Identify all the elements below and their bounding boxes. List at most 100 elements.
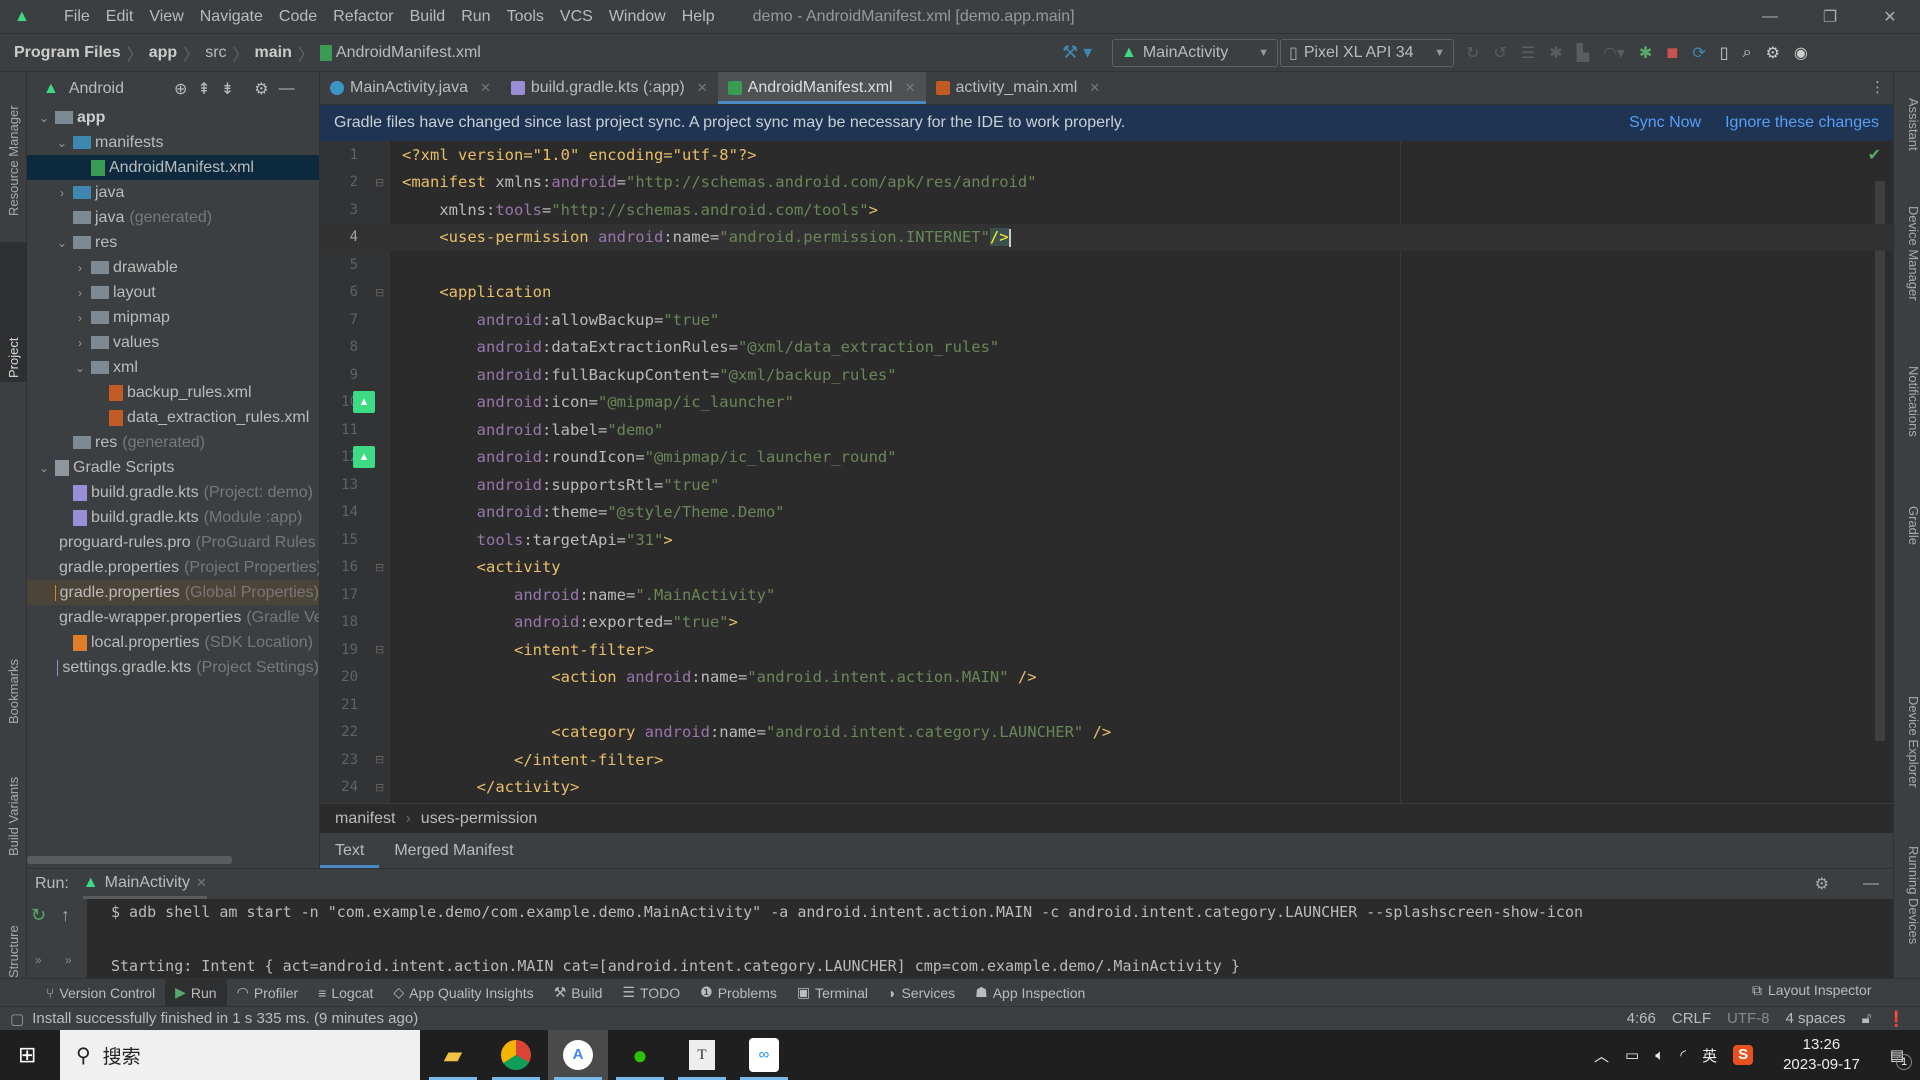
line-separator[interactable]: CRLF — [1672, 1010, 1711, 1028]
chevron-down-icon[interactable]: ⌄ — [71, 361, 89, 375]
chevron-right-icon[interactable]: › — [71, 261, 89, 275]
sogou-ime-icon[interactable]: S — [1733, 1045, 1754, 1065]
menu-vcs[interactable]: VCS — [552, 8, 601, 26]
tree-item[interactable]: › java — [27, 180, 319, 205]
code-line[interactable]: 8 android:dataExtractionRules="@xml/data… — [320, 334, 1893, 362]
chevron-right-icon[interactable]: › — [71, 286, 89, 300]
tree-item[interactable]: gradle.properties (Global Properties) — [27, 580, 319, 605]
run-configuration-dropdown[interactable]: ▲ MainActivity ▼ — [1112, 39, 1278, 67]
code-line[interactable]: 23 ⊟ </intent-filter> — [320, 746, 1893, 774]
editor-tab[interactable]: build.gradle.kts (:app) ✕ — [501, 72, 718, 104]
tab-resource-manager[interactable]: Resource Manager — [0, 80, 27, 220]
status-toggle-icon[interactable]: ▢ — [10, 1010, 24, 1028]
hide-panel-icon[interactable]: — — [279, 80, 295, 98]
ignore-changes-link[interactable]: Ignore these changes — [1725, 114, 1879, 132]
toolwindow-build[interactable]: ⚒ Build — [544, 979, 613, 1007]
code-line[interactable]: 2 ⊟ <manifest xmlns:android="http://schema… — [320, 169, 1893, 197]
tab-project[interactable]: Project — [0, 242, 27, 382]
wifi-icon[interactable]: ◜ — [1680, 1046, 1686, 1064]
sync-now-link[interactable]: Sync Now — [1629, 114, 1701, 132]
tree-item[interactable]: › drawable — [27, 255, 319, 280]
rerun-icon[interactable]: ↻ — [31, 905, 46, 926]
menu-file[interactable]: File — [56, 8, 98, 26]
expand-all-icon[interactable]: ⇞ — [197, 79, 210, 99]
fold-marker-icon[interactable]: ⊟ — [375, 176, 384, 189]
tab-merged-manifest[interactable]: Merged Manifest — [379, 833, 528, 868]
taskbar-baidu-netdisk[interactable]: ∞ — [734, 1030, 794, 1080]
code-line[interactable]: 22 <category android:name="android.inten… — [320, 719, 1893, 747]
tree-item[interactable]: data_extraction_rules.xml — [27, 405, 319, 430]
tree-item[interactable]: gradle.properties (Project Properties) — [27, 555, 319, 580]
tree-item[interactable]: gradle-wrapper.properties(Gradle Version… — [27, 605, 319, 630]
breadcrumb-app[interactable]: app — [149, 44, 177, 62]
code-line[interactable]: 5 — [320, 251, 1893, 279]
sync-gradle-icon[interactable]: ⟳ — [1692, 43, 1705, 63]
code-editor[interactable]: ✔ 1 <?xml version="1.0" encoding="utf-8"?… — [320, 141, 1893, 803]
crumb-uses-permission[interactable]: uses-permission — [421, 810, 537, 828]
breadcrumb-main[interactable]: main — [255, 44, 292, 62]
editor-tab[interactable]: AndroidManifest.xml ✕ — [717, 72, 926, 104]
code-line[interactable]: 20 <action android:name="android.intent.… — [320, 664, 1893, 692]
sync-icon[interactable]: ☰ — [1521, 43, 1535, 63]
code-line[interactable]: 12 ▲ android:roundIcon="@mipmap/ic_launch… — [320, 444, 1893, 472]
tab-structure[interactable]: Structure — [0, 872, 27, 982]
tree-item[interactable]: backup_rules.xml — [27, 380, 319, 405]
search-icon[interactable]: ⌕ — [1743, 44, 1752, 62]
layout-inspector-button[interactable]: ⧉ Layout Inspector — [1752, 982, 1872, 999]
lock-icon[interactable]: 🔓︎ — [1862, 1010, 1872, 1028]
close-tab-icon[interactable]: ✕ — [1089, 80, 1100, 96]
menu-build[interactable]: Build — [402, 8, 454, 26]
code-line[interactable]: 11 android:label="demo" — [320, 416, 1893, 444]
toolwindow-services[interactable]: ◗ Services — [878, 979, 965, 1007]
code-line[interactable]: 4 <uses-permission android:name="android… — [320, 223, 1893, 251]
tree-item[interactable]: › layout — [27, 280, 319, 305]
chevron-right-icon[interactable]: › — [71, 336, 89, 350]
tree-item[interactable]: › mipmap — [27, 305, 319, 330]
restore-button[interactable]: ❐ — [1800, 0, 1860, 34]
toolwindow-run[interactable]: ▶ Run — [165, 978, 227, 1007]
crumb-manifest[interactable]: manifest — [335, 810, 395, 828]
tab-gradle[interactable]: Gradle — [1894, 502, 1920, 592]
code-line[interactable]: 21 — [320, 691, 1893, 719]
caret-position[interactable]: 4:66 — [1627, 1010, 1656, 1028]
code-line[interactable]: 19 ⊟ <intent-filter> — [320, 636, 1893, 664]
menu-view[interactable]: View — [141, 8, 191, 26]
taskbar-file-explorer[interactable]: ▰ — [423, 1030, 483, 1080]
code-line[interactable]: 13 android:supportsRtl="true" — [320, 471, 1893, 499]
attach-debugger-icon[interactable]: ▙ — [1577, 43, 1589, 63]
tree-item[interactable]: proguard-rules.pro(ProGuard Rules for ":… — [27, 530, 319, 555]
options-gear-icon[interactable]: ⚙ — [254, 79, 268, 99]
more-actions-icon[interactable]: » — [35, 953, 42, 967]
code-line[interactable]: 6 ⊟ <application — [320, 279, 1893, 307]
code-line[interactable]: 1 <?xml version="1.0" encoding="utf-8"?> — [320, 141, 1893, 169]
tree-item[interactable]: local.properties (SDK Location) — [27, 630, 319, 655]
toolwindow-todo[interactable]: ☰ TODO — [612, 979, 690, 1007]
scroll-up-icon[interactable]: ↑ — [61, 905, 70, 926]
breadcrumb-file[interactable]: AndroidManifest.xml — [336, 44, 481, 62]
indent-setting[interactable]: 4 spaces — [1786, 1010, 1846, 1028]
code-line[interactable]: 24 ⊟ </activity> — [320, 774, 1893, 802]
menu-navigate[interactable]: Navigate — [192, 8, 271, 26]
code-line[interactable]: 9 android:fullBackupContent="@xml/backup… — [320, 361, 1893, 389]
code-line[interactable]: 10 ▲ android:icon="@mipmap/ic_launcher" — [320, 389, 1893, 417]
breadcrumb-program-files[interactable]: Program Files — [14, 44, 121, 62]
fold-marker-icon[interactable]: ⊟ — [375, 286, 384, 299]
tree-item[interactable]: res (generated) — [27, 430, 319, 455]
tab-device-manager[interactable]: Device Manager — [1894, 202, 1920, 352]
tree-item[interactable]: build.gradle.kts (Module :app) — [27, 505, 319, 530]
editor-tab[interactable]: MainActivity.java ✕ — [320, 72, 501, 104]
toolwindow-profiler[interactable]: ◠ Profiler — [227, 979, 309, 1007]
menu-edit[interactable]: Edit — [98, 8, 142, 26]
more-actions-icon[interactable]: » — [65, 953, 72, 967]
apply-code-changes-icon[interactable]: ↺ — [1493, 43, 1506, 63]
more-tabs-icon[interactable]: ⋮ — [1870, 78, 1885, 96]
taskbar-search[interactable]: ⚲ 搜索 — [60, 1030, 420, 1080]
menu-refactor[interactable]: Refactor — [325, 8, 401, 26]
toolwindow-app-inspection[interactable]: ☗ App Inspection — [965, 979, 1095, 1007]
close-button[interactable]: ✕ — [1860, 0, 1920, 34]
chevron-down-icon[interactable]: ⌄ — [35, 111, 53, 125]
code-line[interactable]: 14 android:theme="@style/Theme.Demo" — [320, 499, 1893, 527]
profile-icon[interactable]: ◠▾ — [1603, 43, 1625, 63]
tree-item[interactable]: ⌄ app — [27, 105, 319, 130]
code-line[interactable]: 7 android:allowBackup="true" — [320, 306, 1893, 334]
